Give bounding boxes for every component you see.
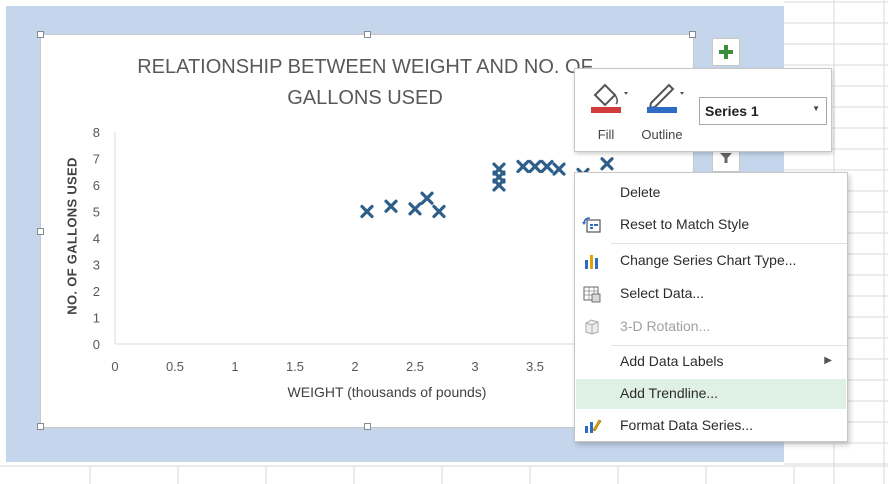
submenu-arrow-icon: ▶ bbox=[824, 355, 832, 366]
x-tick-label: 2.5 bbox=[406, 359, 424, 374]
data-point[interactable] bbox=[432, 204, 446, 219]
y-tick-label: 6 bbox=[93, 178, 100, 193]
y-tick-label: 3 bbox=[93, 258, 100, 273]
menu-item-label: Format Data Series... bbox=[620, 417, 754, 433]
plus-icon bbox=[719, 45, 733, 59]
y-tick-label: 2 bbox=[93, 284, 100, 299]
menu-item-label: 3-D Rotation... bbox=[620, 318, 711, 334]
filter-icon bbox=[720, 153, 732, 163]
menu-item-label: Delete bbox=[620, 184, 661, 200]
y-tick-label: 5 bbox=[93, 205, 100, 220]
menu-separator bbox=[611, 345, 847, 346]
chevron-down-icon: ▼ bbox=[812, 104, 820, 113]
y-tick-label: 0 bbox=[93, 337, 100, 352]
y-tick-label: 7 bbox=[93, 152, 100, 167]
context-menu: Delete Reset to Match Style Change Serie… bbox=[574, 172, 848, 442]
x-tick-label: 0 bbox=[111, 359, 118, 374]
menu-item-select-data[interactable]: Select Data... bbox=[576, 279, 846, 309]
menu-item-label: Add Trendline... bbox=[620, 385, 719, 401]
x-tick-label: 0.5 bbox=[166, 359, 184, 374]
menu-item-change-series-chart-type[interactable]: Change Series Chart Type... bbox=[576, 246, 846, 276]
menu-item-add-trendline[interactable]: Add Trendline... bbox=[576, 379, 846, 409]
y-tick-label: 1 bbox=[93, 311, 100, 326]
data-point[interactable] bbox=[360, 204, 374, 219]
menu-item-format-data-series[interactable]: Format Data Series... bbox=[576, 411, 846, 441]
select-data-icon bbox=[583, 286, 601, 303]
chart-type-icon bbox=[585, 255, 598, 269]
data-point[interactable] bbox=[540, 159, 554, 174]
series-dropdown-value: Series 1 bbox=[705, 103, 759, 119]
series-dropdown[interactable]: Series 1 ▼ bbox=[699, 97, 827, 125]
x-axis-title[interactable]: WEIGHT (thousands of pounds) bbox=[180, 384, 594, 400]
pen-outline-icon bbox=[647, 83, 684, 113]
menu-item-3d-rotation[interactable]: 3-D Rotation... bbox=[576, 312, 846, 342]
fill-label: Fill bbox=[597, 127, 615, 142]
data-point[interactable] bbox=[600, 157, 614, 171]
data-point[interactable] bbox=[408, 202, 422, 216]
menu-item-label: Change Series Chart Type... bbox=[620, 252, 797, 268]
y-axis-title-text: NO. OF GALLONS USED bbox=[64, 157, 80, 315]
reset-style-icon bbox=[582, 217, 601, 233]
chart-elements-button[interactable] bbox=[712, 38, 740, 66]
x-tick-label: 1.5 bbox=[286, 359, 304, 374]
menu-item-label: Add Data Labels bbox=[620, 353, 724, 369]
rotation-3d-icon bbox=[585, 319, 599, 335]
menu-item-delete[interactable]: Delete bbox=[576, 178, 846, 208]
fill-button[interactable]: Fill bbox=[581, 77, 631, 145]
data-point[interactable] bbox=[384, 199, 398, 213]
menu-item-label: Reset to Match Style bbox=[620, 216, 750, 232]
paint-bucket-icon bbox=[591, 83, 628, 113]
menu-item-reset-to-match-style[interactable]: Reset to Match Style bbox=[576, 210, 846, 240]
format-series-icon bbox=[585, 419, 602, 433]
x-tick-label: 2 bbox=[351, 359, 358, 374]
menu-item-add-data-labels[interactable]: Add Data Labels ▶ bbox=[576, 347, 846, 377]
y-tick-label: 4 bbox=[93, 231, 100, 246]
menu-separator bbox=[611, 243, 847, 244]
data-point[interactable] bbox=[420, 191, 434, 205]
outline-button[interactable]: Outline bbox=[637, 77, 687, 145]
x-tick-label: 1 bbox=[231, 359, 238, 374]
data-point[interactable] bbox=[528, 159, 542, 174]
data-point[interactable] bbox=[516, 159, 530, 174]
outline-label: Outline bbox=[641, 127, 683, 142]
data-point[interactable] bbox=[552, 162, 566, 176]
y-tick-label: 8 bbox=[93, 125, 100, 140]
x-tick-label: 3 bbox=[471, 359, 478, 374]
menu-item-label: Select Data... bbox=[620, 285, 705, 301]
mini-toolbar: Fill Outline Series 1 ▼ bbox=[574, 68, 832, 152]
data-point[interactable] bbox=[492, 162, 506, 176]
x-tick-label: 3.5 bbox=[526, 359, 544, 374]
